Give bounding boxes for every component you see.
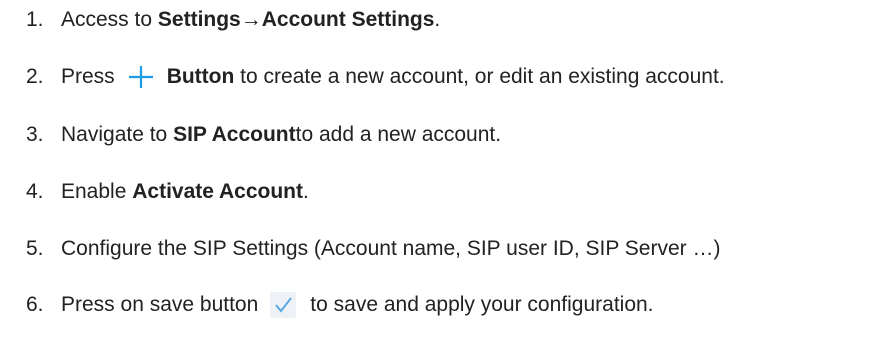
step-text: Press on save button (61, 293, 259, 316)
step-number: 4. (26, 180, 44, 203)
step-2: 2. Press Button to create a new account,… (26, 60, 896, 94)
step-text-end: . (303, 180, 309, 203)
step-number: 5. (26, 237, 44, 260)
plus-icon (125, 65, 157, 89)
step-text: Access to (61, 8, 153, 31)
step-1: 1. Access to Settings → Account Settings… (26, 3, 896, 37)
account-settings-label: Account Settings (261, 8, 435, 31)
step-text-end: to save and apply your configuration. (310, 293, 654, 316)
step-3: 3. Navigate to SIP Account to add a new … (26, 118, 896, 152)
step-number: 6. (26, 293, 44, 316)
step-number: 1. (26, 8, 44, 31)
step-text: Configure the SIP Settings (Account name… (61, 237, 721, 260)
arrow-separator: → (240, 8, 262, 31)
step-text: Navigate to (61, 123, 168, 146)
button-label: Button (166, 65, 235, 88)
settings-label: Settings (157, 8, 241, 31)
instruction-steps: 1. Access to Settings → Account Settings… (0, 0, 896, 360)
step-text: Press (61, 65, 115, 88)
step-4: 4. Enable Activate Account. (26, 175, 896, 209)
step-text-end: . (434, 8, 441, 31)
step-number: 2. (26, 65, 44, 88)
activate-account-label: Activate Account (132, 180, 303, 203)
sip-account-label: SIP Account (173, 123, 296, 146)
step-text-end: to add a new account. (295, 123, 502, 146)
step-6: 6. Press on save button to save and appl… (26, 288, 896, 322)
step-text: Enable (61, 180, 127, 203)
step-number: 3. (26, 123, 44, 146)
check-icon (270, 292, 297, 318)
step-text-end: to create a new account, or edit an exis… (240, 65, 725, 88)
step-5: 5. Configure the SIP Settings (Account n… (26, 232, 896, 266)
